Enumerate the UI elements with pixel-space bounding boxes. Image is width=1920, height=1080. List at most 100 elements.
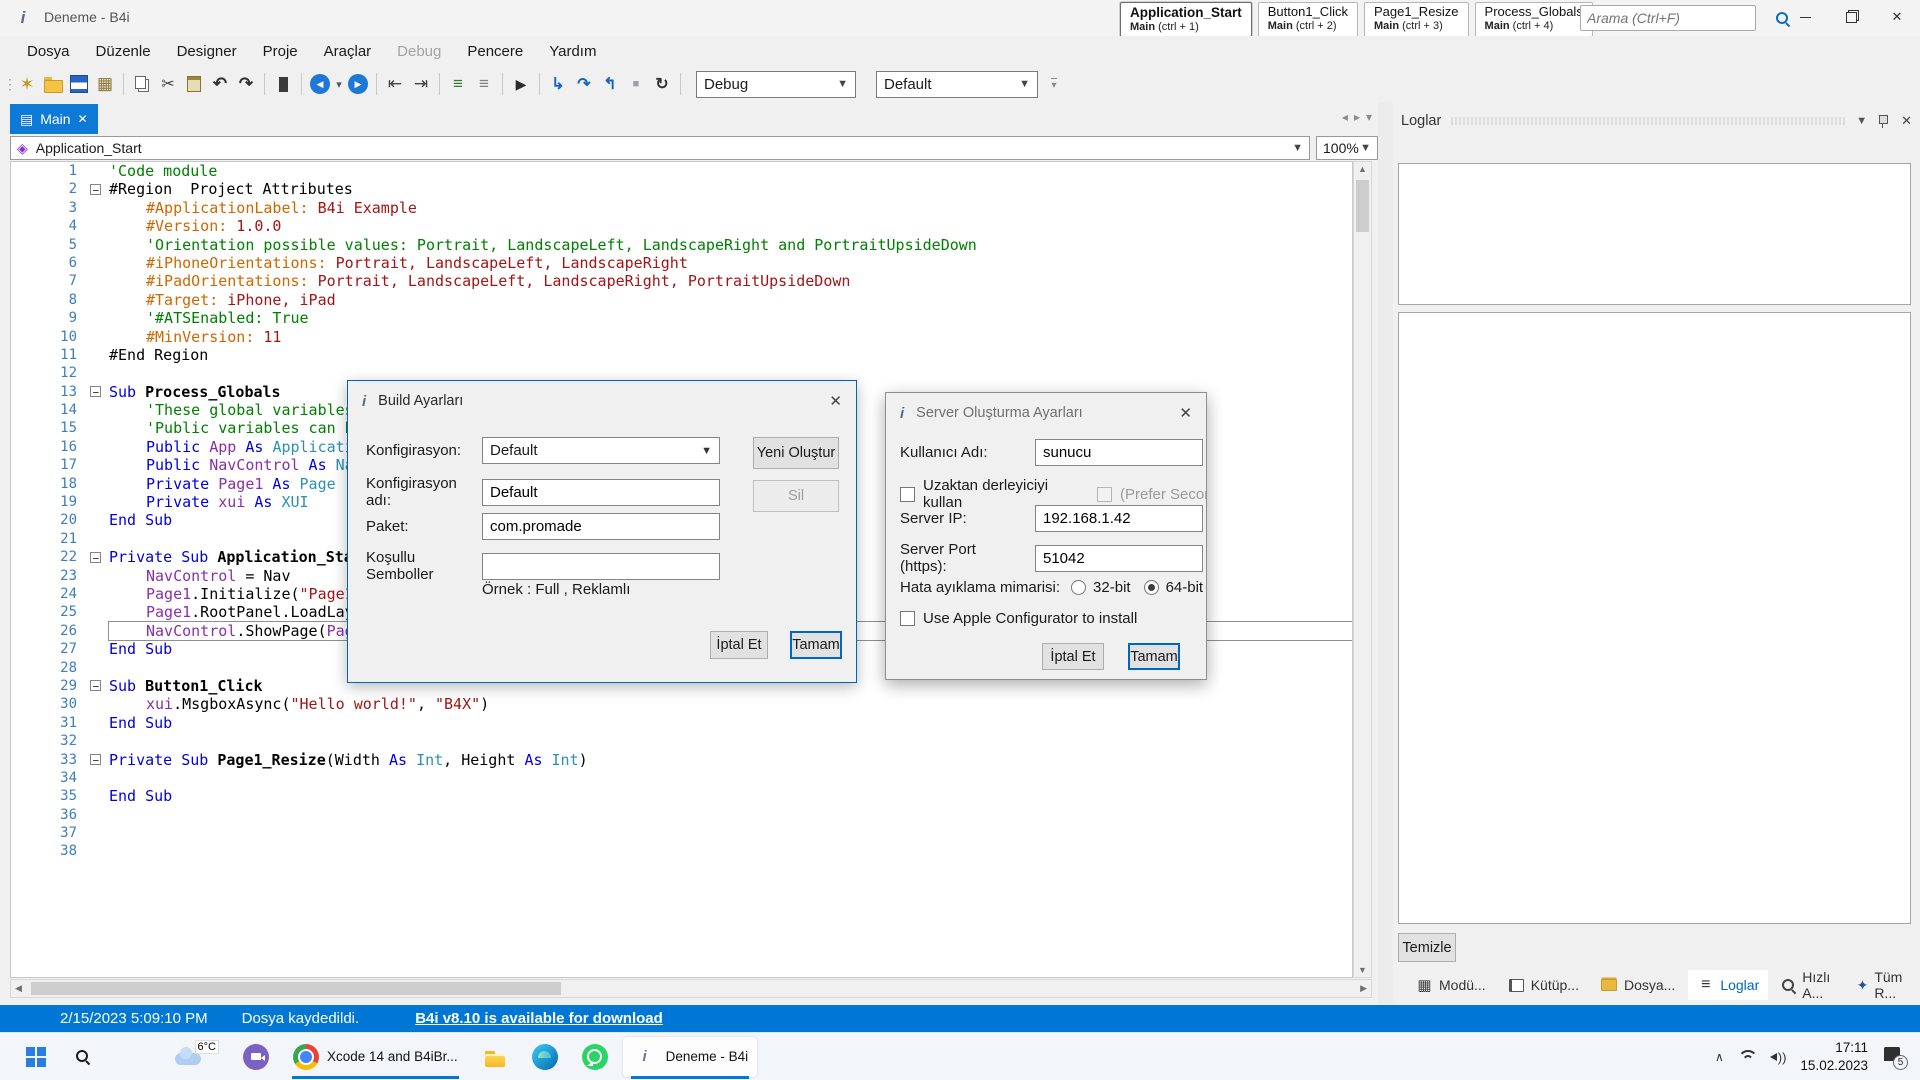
server-port-field[interactable] xyxy=(1035,545,1203,572)
outdent-icon[interactable] xyxy=(382,71,408,97)
code-line[interactable]: 30xui.MsgboxAsync("Hello world!", "B4X") xyxy=(11,695,1352,713)
code-line[interactable]: 6#iPhoneOrientations: Portrait, Landscap… xyxy=(11,254,1352,272)
panel-tab-tmr[interactable]: Tüm R... xyxy=(1848,970,1920,1000)
code-line[interactable]: 7#iPadOrientations: Portrait, LandscapeL… xyxy=(11,272,1352,290)
panel-menu-icon[interactable]: ▼ xyxy=(1856,115,1867,127)
tab-close-icon[interactable]: ✕ xyxy=(78,112,88,126)
remote-compiler-checkbox[interactable] xyxy=(900,487,915,502)
server-cancel-button[interactable]: İptal Et xyxy=(1042,643,1104,670)
code-line[interactable]: 4#Version: 1.0.0 xyxy=(11,217,1352,235)
back-caret-icon[interactable] xyxy=(333,71,345,97)
menu-item-designer[interactable]: Designer xyxy=(164,39,250,64)
notification-center-icon[interactable]: 5 xyxy=(1882,1044,1908,1070)
taskbar-whatsapp[interactable] xyxy=(573,1037,617,1077)
restart-icon[interactable] xyxy=(649,71,675,97)
quick-tab-process_globals[interactable]: Process_GlobalsMain (ctrl + 4) xyxy=(1475,2,1593,37)
comment-icon[interactable] xyxy=(445,71,471,97)
undo-icon[interactable] xyxy=(207,71,233,97)
paste-icon[interactable] xyxy=(181,71,207,97)
back-icon[interactable] xyxy=(310,74,330,94)
wifi-icon[interactable] xyxy=(1738,1050,1756,1064)
horizontal-scroll-thumb[interactable] xyxy=(31,982,561,995)
code-line[interactable]: 3#ApplicationLabel: B4i Example xyxy=(11,199,1352,217)
menu-item-proje[interactable]: Proje xyxy=(250,39,311,64)
tab-scroll-controls[interactable]: ◂▸▾ xyxy=(1342,110,1378,124)
arch-64bit-radio[interactable] xyxy=(1144,580,1159,595)
step-over-icon[interactable] xyxy=(571,71,597,97)
toolbar-overflow-icon[interactable] xyxy=(1046,71,1062,97)
vertical-scrollbar[interactable]: ▲ ▼ xyxy=(1353,161,1372,978)
find-icon[interactable] xyxy=(92,71,118,97)
collapse-region-icon[interactable] xyxy=(90,386,101,397)
collapse-region-icon[interactable] xyxy=(90,184,101,195)
tray-expand-icon[interactable]: ∧ xyxy=(1715,1050,1724,1064)
update-link[interactable]: B4i v8.10 is available for download xyxy=(415,1010,663,1027)
scroll-right-icon[interactable]: ▶ xyxy=(1360,983,1367,994)
panel-tab-ktp[interactable]: Kütüp... xyxy=(1499,970,1588,1000)
taskbar-chat[interactable] xyxy=(234,1037,278,1077)
code-line[interactable]: 1'Code module xyxy=(11,162,1352,180)
taskbar-start[interactable] xyxy=(14,1037,58,1077)
panel-tab-mod[interactable]: Modü... xyxy=(1407,970,1495,1000)
code-line[interactable]: 38 xyxy=(11,842,1352,860)
cut-icon[interactable] xyxy=(155,71,181,97)
scroll-up-icon[interactable]: ▲ xyxy=(1354,164,1371,174)
code-line[interactable]: 36 xyxy=(11,806,1352,824)
new-icon[interactable] xyxy=(14,71,40,97)
forward-icon[interactable] xyxy=(348,74,368,94)
stop-icon[interactable] xyxy=(623,71,649,97)
bookmark-icon[interactable] xyxy=(270,71,296,97)
user-name-input[interactable] xyxy=(1043,444,1195,461)
quick-tab-button1_click[interactable]: Button1_ClickMain (ctrl + 2) xyxy=(1258,2,1358,37)
conditional-symbols-field[interactable] xyxy=(482,553,720,580)
configuration-name-field[interactable] xyxy=(482,479,720,506)
build-ok-button[interactable]: Tamam xyxy=(790,631,842,659)
server-ip-input[interactable] xyxy=(1043,510,1195,527)
debug-mode-dropdown[interactable]: Debug ▼ xyxy=(696,71,856,98)
panel-tab-dosya[interactable]: Dosya... xyxy=(1592,970,1684,1000)
search-box[interactable] xyxy=(1580,5,1756,31)
code-line[interactable]: 10#MinVersion: 11 xyxy=(11,328,1352,346)
quick-tab-page1_resize[interactable]: Page1_ResizeMain (ctrl + 3) xyxy=(1364,2,1469,37)
panel-splitter[interactable] xyxy=(1378,102,1393,1005)
menu-item-araçlar[interactable]: Araçlar xyxy=(311,39,385,64)
panel-tab-loglar[interactable]: Loglar xyxy=(1688,970,1768,1000)
run-icon[interactable] xyxy=(508,71,534,97)
collapse-region-icon[interactable] xyxy=(90,680,101,691)
new-configuration-button[interactable]: Yeni Oluştur xyxy=(753,437,839,469)
server-ip-field[interactable] xyxy=(1035,505,1203,532)
menu-item-düzenle[interactable]: Düzenle xyxy=(83,39,164,64)
user-name-field[interactable] xyxy=(1035,439,1203,466)
panel-tab-hzla[interactable]: Hızlı A... xyxy=(1772,970,1843,1000)
code-line[interactable]: 32 xyxy=(11,732,1352,750)
copy-icon[interactable] xyxy=(129,71,155,97)
menu-item-debug[interactable]: Debug xyxy=(384,39,454,64)
code-line[interactable]: 8#Target: iPhone, iPad xyxy=(11,291,1352,309)
code-line[interactable]: 33Private Sub Page1_Resize(Width As Int,… xyxy=(11,751,1352,769)
server-ok-button[interactable]: Tamam xyxy=(1128,643,1180,670)
menu-item-dosya[interactable]: Dosya xyxy=(14,39,83,64)
minimize-button[interactable] xyxy=(1782,0,1828,34)
taskbar-task-view[interactable] xyxy=(114,1037,158,1077)
code-line[interactable]: 9'#ATSEnabled: True xyxy=(11,309,1352,327)
tab-main[interactable]: Main ✕ xyxy=(10,104,98,134)
collapse-region-icon[interactable] xyxy=(90,552,101,563)
search-input[interactable] xyxy=(1581,10,1775,26)
build-cancel-button[interactable]: İptal Et xyxy=(710,631,768,659)
indent-icon[interactable] xyxy=(408,71,434,97)
delete-configuration-button[interactable]: Sil xyxy=(753,480,839,512)
pin-icon[interactable] xyxy=(1877,114,1889,129)
collapse-region-icon[interactable] xyxy=(90,754,101,765)
package-input[interactable] xyxy=(490,518,712,535)
menu-item-pencere[interactable]: Pencere xyxy=(454,39,536,64)
package-field[interactable] xyxy=(482,513,720,540)
scroll-left-icon[interactable]: ◀ xyxy=(15,983,22,994)
code-line[interactable]: 11#End Region xyxy=(11,346,1352,364)
volume-icon[interactable]: )) xyxy=(1770,1050,1787,1065)
conditional-symbols-input[interactable] xyxy=(490,558,712,575)
step-out-icon[interactable] xyxy=(597,71,623,97)
clear-logs-button[interactable]: Temizle xyxy=(1398,933,1456,962)
apple-configurator-checkbox[interactable] xyxy=(900,611,915,626)
taskbar-edge[interactable] xyxy=(523,1037,567,1077)
taskbar-chrome[interactable]: Xcode 14 and B4iBr... xyxy=(284,1037,467,1077)
